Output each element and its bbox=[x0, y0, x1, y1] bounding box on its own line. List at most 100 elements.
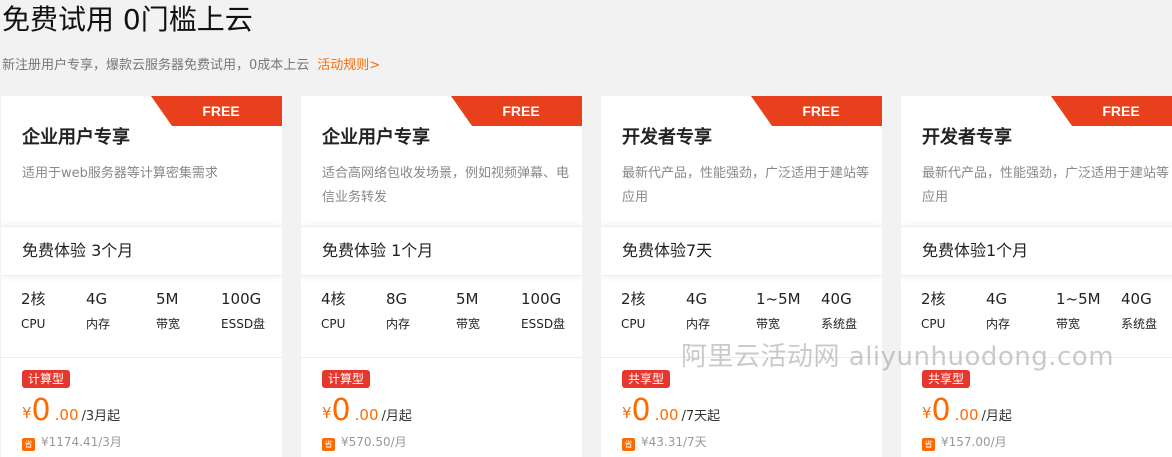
save-icon: 省 bbox=[322, 438, 335, 451]
spec-value: 8G bbox=[386, 290, 408, 308]
free-tag-label: FREE bbox=[1102, 103, 1140, 119]
spec-label: 内存 bbox=[386, 317, 411, 331]
card-divider bbox=[1, 357, 282, 358]
price-currency: ¥ bbox=[922, 404, 932, 422]
spec-disk: 40G 系统盘 bbox=[1121, 288, 1157, 332]
spec-value: 2核 bbox=[21, 290, 46, 308]
spec-label: 内存 bbox=[86, 317, 111, 331]
save-icon: 省 bbox=[622, 438, 635, 451]
price: ¥0.00/月起 bbox=[322, 394, 412, 428]
instance-type-badge: 共享型 bbox=[622, 370, 671, 388]
product-card-list: FREE 企业用户专享 适用于web服务器等计算密集需求 免费体验 3个月 2核… bbox=[0, 96, 1172, 457]
price-decimal: .00 bbox=[54, 406, 79, 424]
price-integer: 0 bbox=[931, 393, 951, 428]
product-card[interactable]: FREE 企业用户专享 适合高网络包收发场景，例如视频弹幕、电信业务转发 免费体… bbox=[301, 96, 582, 457]
card-title: 企业用户专享 bbox=[322, 127, 430, 148]
card-divider bbox=[901, 357, 1172, 358]
spec-value: 40G bbox=[1121, 290, 1152, 308]
instance-type-badge: 计算型 bbox=[22, 370, 71, 388]
spec-value: 2核 bbox=[621, 290, 646, 308]
price-currency: ¥ bbox=[322, 404, 332, 422]
card-description: 适用于web服务器等计算密集需求 bbox=[22, 166, 218, 181]
trial-period-label: 免费体验7天 bbox=[622, 241, 713, 260]
product-card[interactable]: FREE 开发者专享 最新代产品，性能强劲，广泛适用于建站等应用 免费体验1个月… bbox=[901, 96, 1172, 457]
trial-period: 免费体验1个月 bbox=[901, 226, 1172, 276]
spec-value: 2核 bbox=[921, 290, 946, 308]
price-unit: /7天起 bbox=[681, 409, 721, 424]
spec-memory: 4G 内存 bbox=[986, 288, 1010, 332]
spec-label: 系统盘 bbox=[1121, 317, 1158, 331]
price-decimal: .00 bbox=[654, 406, 679, 424]
card-description: 最新代产品，性能强劲，广泛适用于建站等应用 bbox=[622, 166, 870, 205]
price-unit: /3月起 bbox=[81, 409, 121, 424]
spec-label: ESSD盘 bbox=[521, 317, 566, 331]
original-price: 省 ¥157.00/月 bbox=[922, 434, 1007, 451]
spec-label: 内存 bbox=[986, 317, 1011, 331]
price-currency: ¥ bbox=[22, 404, 32, 422]
spec-label: ESSD盘 bbox=[221, 317, 266, 331]
trial-period: 免费体验 1个月 bbox=[301, 226, 582, 276]
spec-cpu: 2核 CPU bbox=[21, 288, 46, 332]
spec-disk: 40G 系统盘 bbox=[821, 288, 857, 332]
spec-memory: 4G 内存 bbox=[686, 288, 710, 332]
original-price: 省 ¥43.31/7天 bbox=[622, 434, 707, 451]
spec-value: 4G bbox=[686, 290, 708, 308]
original-price-value: ¥570.50/月 bbox=[341, 435, 407, 449]
free-tag-label: FREE bbox=[202, 103, 240, 119]
spec-value: 100G bbox=[521, 290, 562, 308]
product-card[interactable]: FREE 开发者专享 最新代产品，性能强劲，广泛适用于建站等应用 免费体验7天 … bbox=[601, 96, 882, 457]
price-currency: ¥ bbox=[622, 404, 632, 422]
card-description: 适合高网络包收发场景，例如视频弹幕、电信业务转发 bbox=[322, 166, 570, 205]
card-title: 开发者专享 bbox=[922, 127, 1012, 148]
trial-period: 免费体验7天 bbox=[601, 226, 882, 276]
card-title: 开发者专享 bbox=[622, 127, 712, 148]
spec-disk: 100G ESSD盘 bbox=[221, 288, 265, 332]
spec-value: 4G bbox=[86, 290, 108, 308]
free-tag: FREE bbox=[151, 96, 282, 126]
price: ¥0.00/3月起 bbox=[22, 394, 120, 428]
spec-bandwidth: 5M 带宽 bbox=[456, 288, 480, 332]
spec-value: 100G bbox=[221, 290, 262, 308]
price: ¥0.00/7天起 bbox=[622, 394, 720, 428]
price-unit: /月起 bbox=[381, 409, 412, 424]
spec-cpu: 2核 CPU bbox=[921, 288, 946, 332]
rules-link[interactable]: 活动规则> bbox=[317, 58, 380, 73]
card-divider bbox=[301, 357, 582, 358]
spec-disk: 100G ESSD盘 bbox=[521, 288, 565, 332]
free-tag: FREE bbox=[451, 96, 582, 126]
trial-period-label: 免费体验 1个月 bbox=[322, 241, 434, 260]
trial-period-label: 免费体验1个月 bbox=[922, 241, 1029, 260]
original-price-value: ¥157.00/月 bbox=[941, 435, 1007, 449]
free-tag: FREE bbox=[751, 96, 882, 126]
page-title: 免费试用 0门槛上云 bbox=[2, 3, 253, 36]
spec-label: 带宽 bbox=[156, 317, 181, 331]
spec-value: 40G bbox=[821, 290, 852, 308]
product-card[interactable]: FREE 企业用户专享 适用于web服务器等计算密集需求 免费体验 3个月 2核… bbox=[1, 96, 282, 457]
instance-type-badge: 共享型 bbox=[922, 370, 971, 388]
save-icon: 省 bbox=[922, 438, 935, 451]
spec-value: 4核 bbox=[321, 290, 346, 308]
spec-label: 内存 bbox=[686, 317, 711, 331]
price: ¥0.00/月起 bbox=[922, 394, 1012, 428]
card-divider bbox=[601, 357, 882, 358]
spec-label: 系统盘 bbox=[821, 317, 858, 331]
spec-label: CPU bbox=[321, 317, 346, 331]
spec-label: 带宽 bbox=[456, 317, 481, 331]
price-unit: /月起 bbox=[981, 409, 1012, 424]
spec-value: 5M bbox=[456, 290, 479, 308]
spec-bandwidth: 1~5M 带宽 bbox=[1056, 288, 1101, 332]
page-subtitle: 新注册用户专享，爆款云服务器免费试用，0成本上云 bbox=[2, 58, 310, 73]
spec-label: CPU bbox=[621, 317, 646, 331]
free-tag-label: FREE bbox=[802, 103, 840, 119]
spec-memory: 8G 内存 bbox=[386, 288, 410, 332]
card-description: 最新代产品，性能强劲，广泛适用于建站等应用 bbox=[922, 166, 1170, 205]
spec-value: 1~5M bbox=[1056, 290, 1101, 308]
price-integer: 0 bbox=[631, 393, 651, 428]
spec-bandwidth: 5M 带宽 bbox=[156, 288, 180, 332]
spec-label: 带宽 bbox=[756, 317, 781, 331]
subtitle-row: 新注册用户专享，爆款云服务器免费试用，0成本上云 活动规则> bbox=[2, 57, 380, 75]
spec-value: 1~5M bbox=[756, 290, 801, 308]
original-price-value: ¥43.31/7天 bbox=[641, 435, 707, 449]
spec-value: 4G bbox=[986, 290, 1008, 308]
price-decimal: .00 bbox=[354, 406, 379, 424]
